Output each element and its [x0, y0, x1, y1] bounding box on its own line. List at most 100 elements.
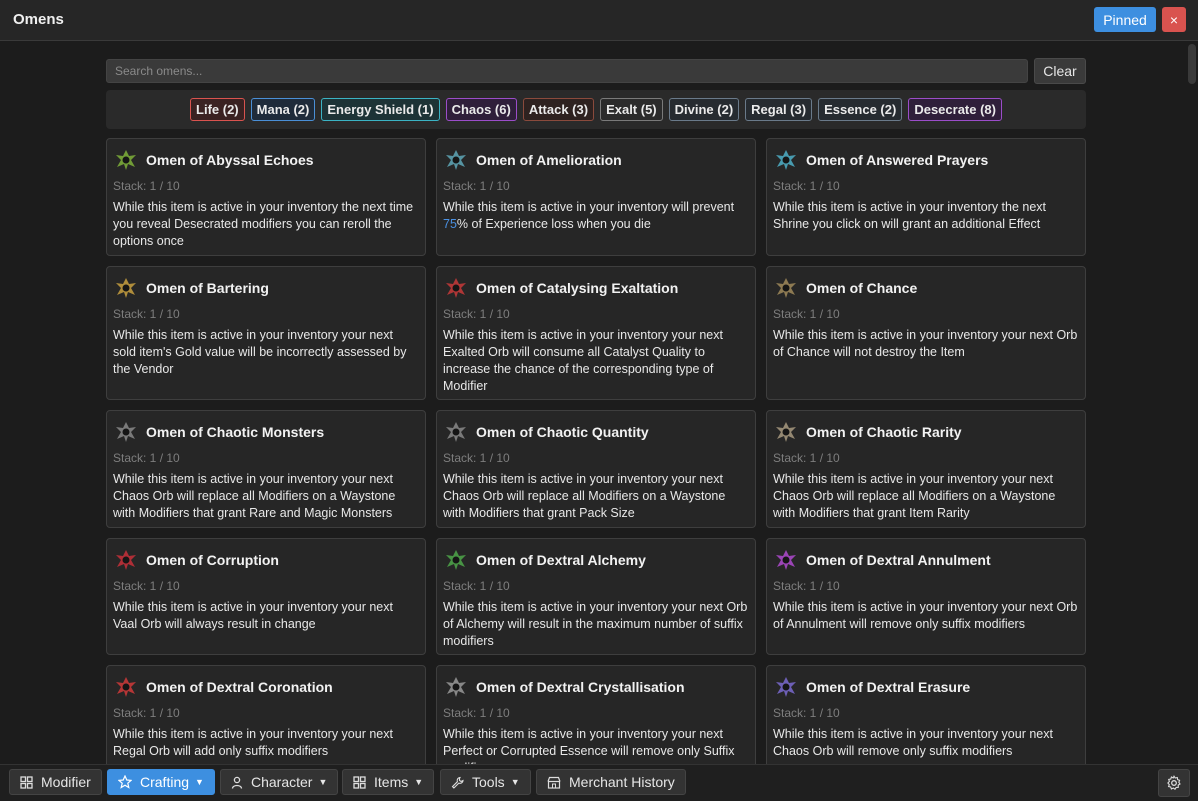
scrollbar-thumb[interactable]: [1188, 44, 1196, 84]
omen-stack: Stack: 1 / 10: [113, 307, 180, 321]
omen-title: Omen of Dextral Erasure: [806, 679, 971, 695]
omen-card[interactable]: Omen of Dextral Alchemy Stack: 1 / 10 Whil…: [436, 538, 756, 655]
bottom-nav: Modifier Crafting ▼ Character ▼ Items ▼ …: [0, 764, 1198, 801]
omen-description: While this item is active in your invent…: [113, 328, 407, 376]
omen-stack: Stack: 1 / 10: [773, 451, 840, 465]
omen-stack: Stack: 1 / 10: [113, 706, 180, 720]
omen-card[interactable]: Omen of Chaotic Rarity Stack: 1 / 10 While…: [766, 410, 1086, 528]
omen-title: Omen of Chaotic Quantity: [476, 424, 649, 440]
omen-card[interactable]: Omen of Abyssal Echoes Stack: 1 / 10 While…: [106, 138, 426, 256]
nav-crafting-button[interactable]: Crafting ▼: [107, 769, 215, 795]
omen-card-header: Omen of Catalysing Exaltation: [443, 275, 678, 301]
omen-card-header: Omen of Dextral Crystallisation: [443, 674, 685, 700]
omen-title: Omen of Dextral Coronation: [146, 679, 333, 695]
omen-card[interactable]: Omen of Chaotic Monsters Stack: 1 / 10 Whi…: [106, 410, 426, 528]
omen-card-header: Omen of Chaotic Monsters: [113, 419, 324, 445]
omen-description: While this item is active in your invent…: [113, 472, 396, 520]
nav-tools-label: Tools: [472, 774, 505, 790]
nav-modifier-label: Modifier: [41, 774, 91, 790]
filter-chip[interactable]: Essence (2): [818, 98, 903, 121]
app-title: Omens: [13, 11, 64, 28]
omen-description: While this item is active in your invent…: [773, 200, 1047, 231]
filter-chip[interactable]: Regal (3): [745, 98, 813, 121]
omen-description: While this item is active in your invent…: [773, 600, 1078, 631]
omen-card[interactable]: Omen of Answered Prayers Stack: 1 / 10 Whi…: [766, 138, 1086, 256]
clear-button[interactable]: Clear: [1034, 58, 1086, 84]
omen-description: While this item is active in your invent…: [443, 328, 723, 393]
omen-stack: Stack: 1 / 10: [443, 706, 510, 720]
omen-title: Omen of Corruption: [146, 552, 279, 568]
nav-character-label: Character: [251, 774, 313, 790]
omen-title: Omen of Dextral Crystallisation: [476, 679, 685, 695]
filter-chip[interactable]: Mana (2): [250, 98, 316, 121]
chaotic-monsters-icon: [113, 419, 139, 445]
omen-stack: Stack: 1 / 10: [443, 451, 510, 465]
omen-card[interactable]: Omen of Corruption Stack: 1 / 10 While thi…: [106, 538, 426, 655]
nav-modifier-button[interactable]: Modifier: [9, 769, 102, 795]
nav-character-button[interactable]: Character ▼: [220, 769, 339, 795]
omen-stack: Stack: 1 / 10: [443, 307, 510, 321]
omen-card-header: Omen of Dextral Erasure: [773, 674, 970, 700]
omen-card[interactable]: Omen of Bartering Stack: 1 / 10 While this…: [106, 266, 426, 400]
omen-title: Omen of Chaotic Monsters: [146, 424, 325, 440]
title-bar: Omens Pinned ×: [0, 0, 1198, 41]
omen-stack: Stack: 1 / 10: [443, 179, 510, 193]
omen-description: While this item is active in your invent…: [113, 727, 393, 758]
omen-stack: Stack: 1 / 10: [113, 451, 180, 465]
pinned-button[interactable]: Pinned: [1094, 7, 1156, 32]
omen-stack: Stack: 1 / 10: [773, 179, 840, 193]
shop-icon: [547, 776, 561, 789]
omen-description: While this item is active in your invent…: [773, 328, 1078, 359]
wrench-icon: [451, 776, 464, 789]
nav-items-label: Items: [374, 774, 409, 790]
person-icon: [231, 776, 243, 789]
search-input[interactable]: [106, 59, 1028, 83]
grid-icon: [20, 775, 33, 789]
chevron-down-icon: ▼: [510, 777, 520, 787]
filter-chip[interactable]: Attack (3): [522, 98, 595, 121]
nav-items-button[interactable]: Items ▼: [342, 769, 435, 795]
omen-title: Omen of Chaotic Rarity: [806, 424, 962, 440]
nav-merchant-history-button[interactable]: Merchant History: [536, 769, 686, 795]
omen-card-header: Omen of Amelioration: [443, 147, 622, 173]
star-icon: [118, 775, 132, 789]
omen-card-header: Omen of Dextral Alchemy: [443, 547, 646, 573]
bartering-icon: [113, 275, 139, 301]
omen-card[interactable]: Omen of Dextral Annulment Stack: 1 / 10 Wh…: [766, 538, 1086, 655]
omen-description: While this item is active in your invent…: [773, 727, 1053, 758]
omen-card-header: Omen of Corruption: [113, 547, 279, 573]
dextral-erasure-icon: [773, 674, 799, 700]
omen-description: While this item is active in your invent…: [113, 600, 393, 631]
filter-chip[interactable]: Exalt (5): [600, 98, 663, 121]
gear-icon: [1167, 775, 1181, 790]
filter-chip[interactable]: Energy Shield (1): [321, 98, 440, 121]
nav-tools-button[interactable]: Tools ▼: [440, 769, 531, 795]
omen-card[interactable]: Omen of Chance Stack: 1 / 10 While this it…: [766, 266, 1086, 400]
filter-chip[interactable]: Life (2): [190, 98, 245, 121]
omen-title: Omen of Answered Prayers: [806, 152, 989, 168]
omen-card[interactable]: Omen of Amelioration Stack: 1 / 10 While t…: [436, 138, 756, 256]
omen-stack: Stack: 1 / 10: [773, 307, 840, 321]
omen-description: While this item is active in your invent…: [443, 199, 749, 233]
close-button[interactable]: ×: [1162, 7, 1186, 32]
omen-stack: Stack: 1 / 10: [443, 579, 510, 593]
omen-card[interactable]: Omen of Catalysing Exaltation Stack: 1 / …: [436, 266, 756, 400]
filter-chip[interactable]: Divine (2): [668, 98, 740, 121]
omen-card[interactable]: Omen of Chaotic Quantity Stack: 1 / 10 Whi…: [436, 410, 756, 528]
omen-stack: Stack: 1 / 10: [773, 579, 840, 593]
omen-title: Omen of Chance: [806, 280, 918, 296]
settings-button[interactable]: [1158, 769, 1190, 797]
grid-icon: [353, 775, 366, 789]
omens-window: Omens Pinned × Clear Life (2)Mana (2)Ene…: [0, 0, 1198, 801]
omen-card-header: Omen of Abyssal Echoes: [113, 147, 314, 173]
nav-merchant-history-label: Merchant History: [569, 774, 675, 790]
omen-title: Omen of Dextral Alchemy: [476, 552, 646, 568]
omen-card-header: Omen of Chaotic Rarity: [773, 419, 962, 445]
filter-chip[interactable]: Chaos (6): [445, 98, 517, 121]
filter-chip[interactable]: Desecrate (8): [908, 98, 1002, 121]
abyssal-echoes-icon: [113, 147, 139, 173]
omen-card-header: Omen of Bartering: [113, 275, 269, 301]
amelioration-icon: [443, 147, 469, 173]
scrollbar-track[interactable]: [1186, 42, 1198, 764]
omen-description-text: % of Experience loss when you die: [456, 217, 651, 231]
